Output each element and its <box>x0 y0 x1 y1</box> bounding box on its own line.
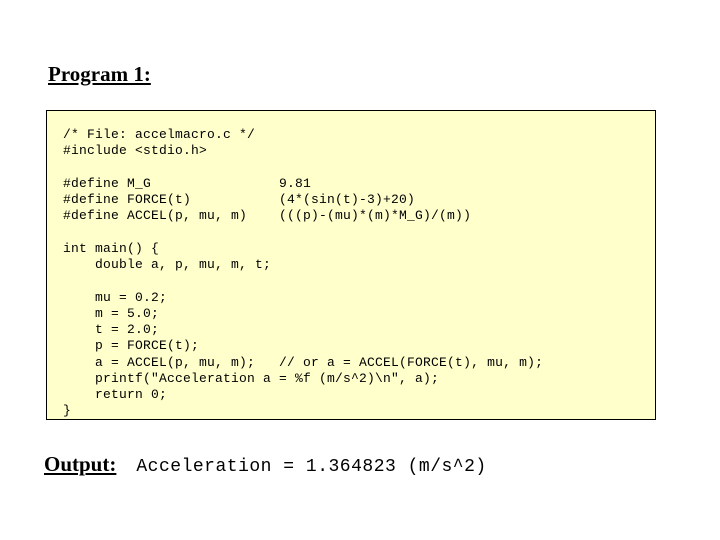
output-row: Output: Acceleration = 1.364823 (m/s^2) <box>44 452 487 477</box>
code-listing: /* File: accelmacro.c */ #include <stdio… <box>63 127 639 420</box>
output-label: Output: <box>44 452 116 477</box>
program-title: Program 1: <box>48 62 151 87</box>
code-listing-box: /* File: accelmacro.c */ #include <stdio… <box>46 110 656 420</box>
output-value: Acceleration = 1.364823 (m/s^2) <box>136 457 486 477</box>
